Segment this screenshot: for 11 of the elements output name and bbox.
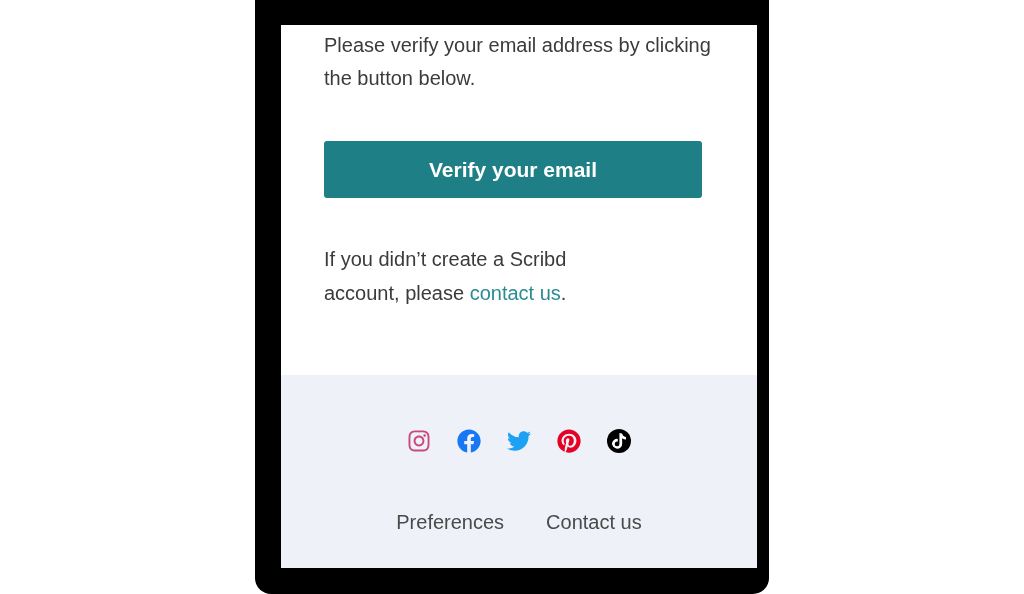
facebook-icon[interactable] xyxy=(457,429,481,453)
pinterest-icon[interactable] xyxy=(557,429,581,453)
footer-link[interactable]: Preferences xyxy=(396,507,505,537)
bird-icon[interactable] xyxy=(507,429,531,453)
tiktok-icon[interactable] xyxy=(607,429,631,453)
footer-link[interactable]: Contact us xyxy=(546,507,642,537)
intro-text: Please verify your email address by clicking the button below. xyxy=(324,33,712,91)
instagram-icon[interactable] xyxy=(407,429,431,453)
contact-us-link[interactable]: contact us xyxy=(469,282,561,304)
verify-email-button[interactable]: Verify your email xyxy=(324,141,702,198)
contact-note: If you didn’t create a Scribd account, please contact us. xyxy=(324,247,568,306)
